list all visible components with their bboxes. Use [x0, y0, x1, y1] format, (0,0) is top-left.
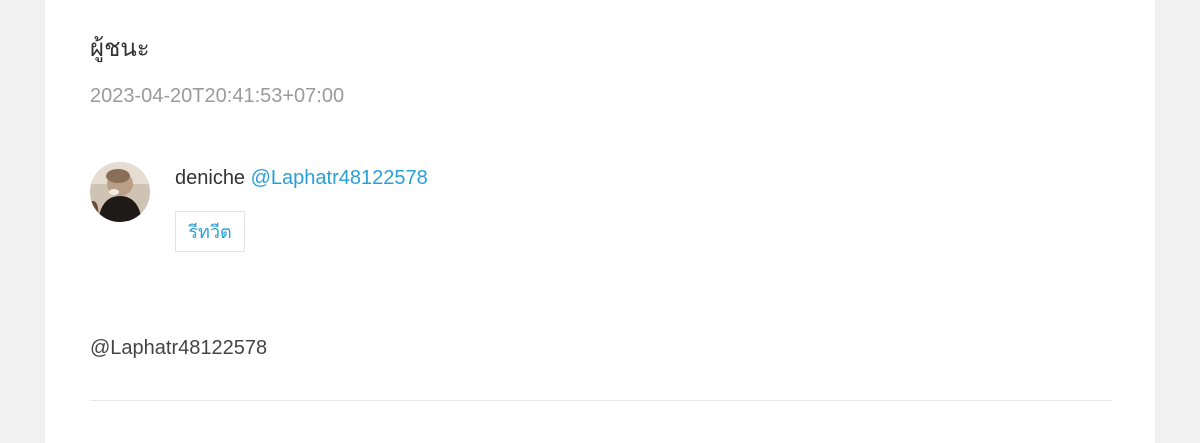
author-name: deniche: [175, 167, 246, 189]
post-title: ผู้ชนะ: [90, 34, 150, 62]
avatar[interactable]: [90, 162, 150, 222]
tweet-card: ผู้ชนะ 2023-04-20T20:41:53+07:00 deniche…: [45, 0, 1155, 443]
divider: [90, 400, 1111, 401]
tweet-author: deniche @Laphatr48122578: [175, 165, 428, 191]
user-avatar-icon: [90, 162, 150, 222]
post-timestamp: 2023-04-20T20:41:53+07:00: [90, 85, 345, 107]
retweet-button[interactable]: รีทวีต: [175, 211, 245, 252]
post-body: @Laphatr48122578: [90, 337, 268, 359]
author-handle-link[interactable]: @Laphatr48122578: [251, 167, 428, 189]
